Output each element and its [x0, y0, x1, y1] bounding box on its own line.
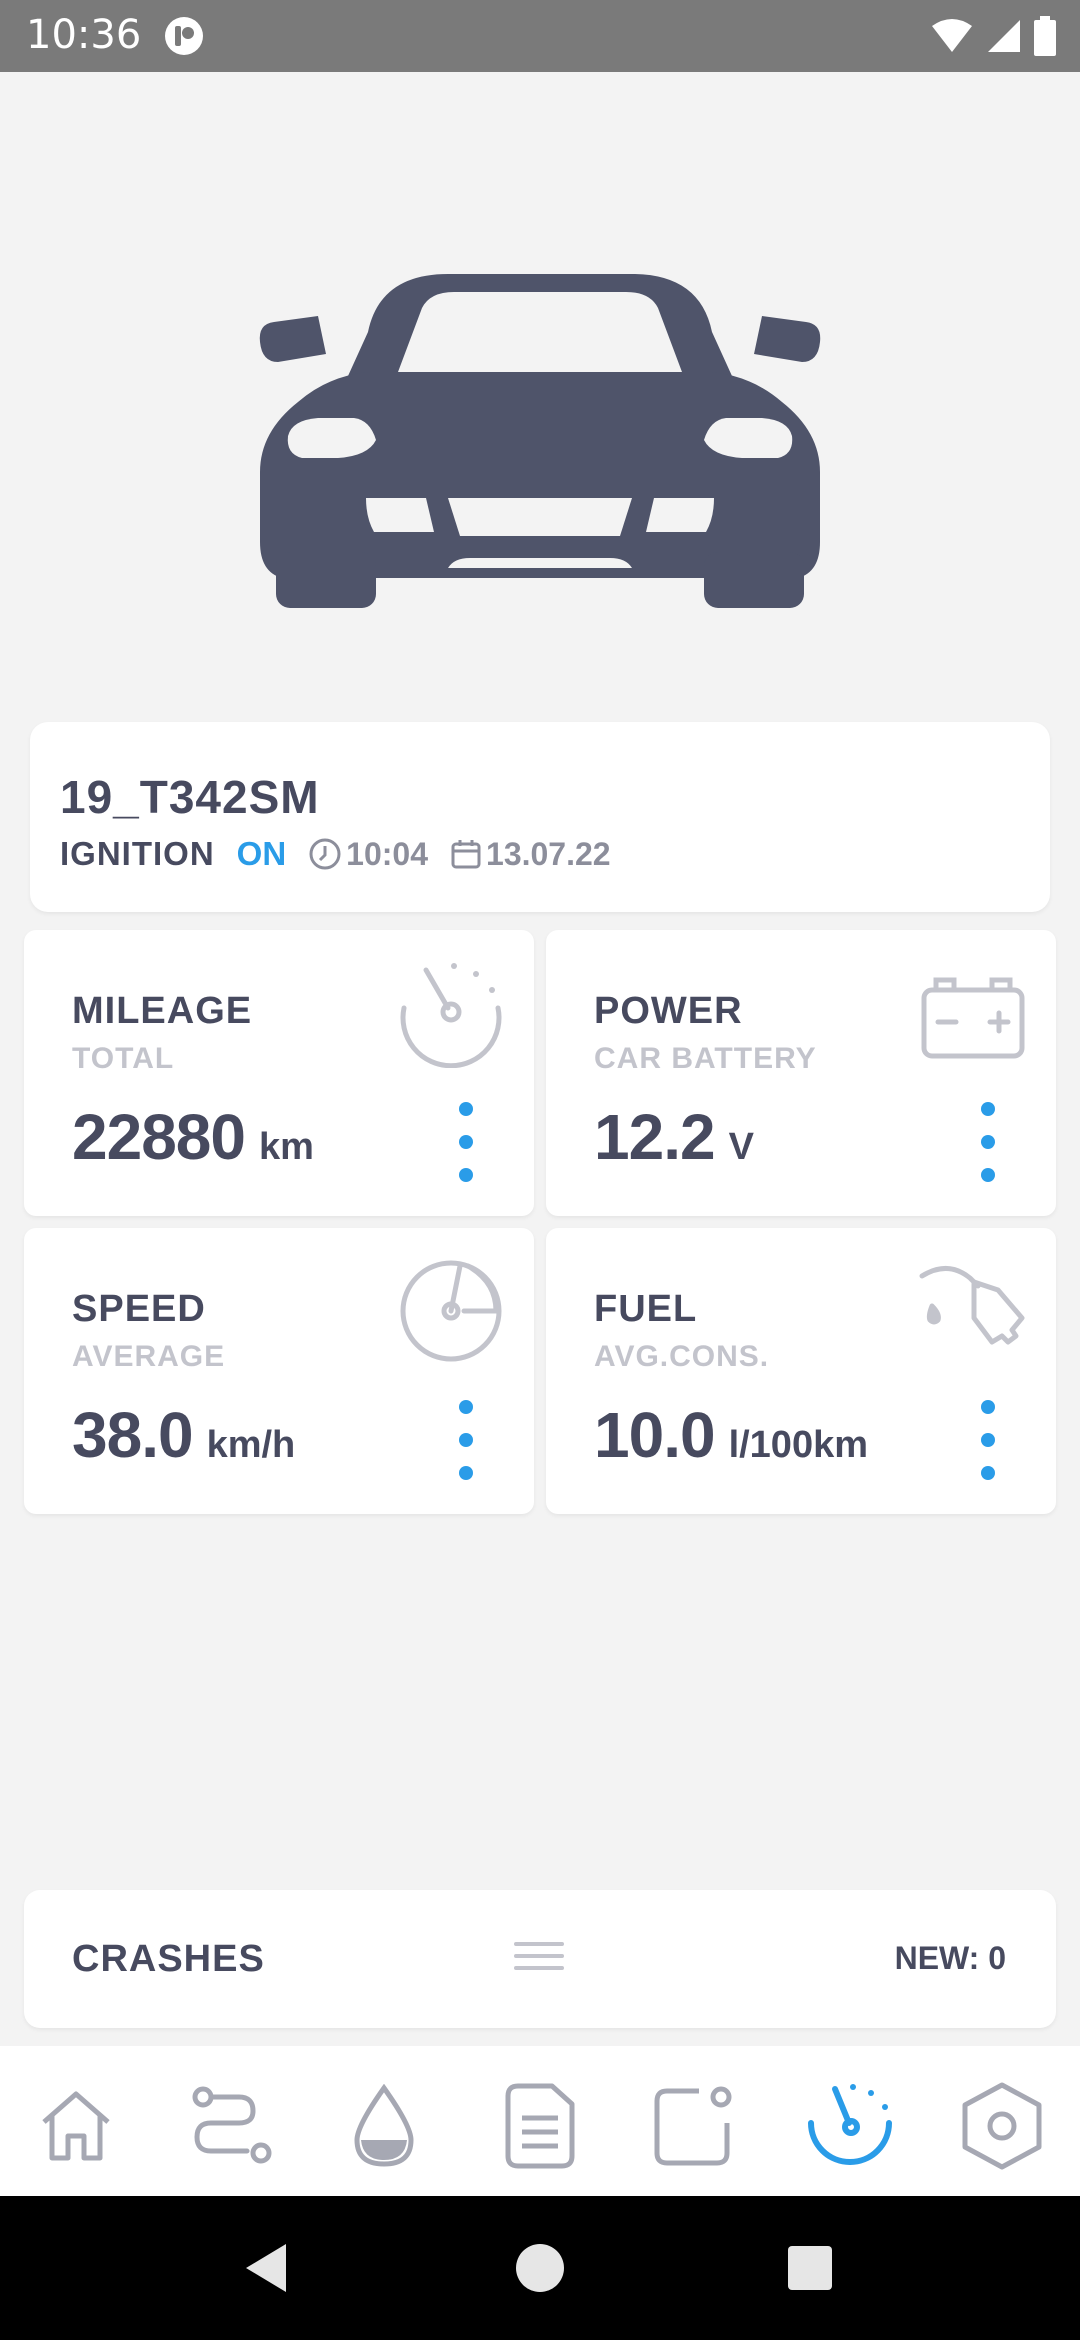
back-icon[interactable] [238, 2236, 302, 2300]
ignition-state: ON [236, 835, 287, 872]
drop-icon [354, 2084, 414, 2167]
battery-icon [921, 977, 1025, 1059]
fuel-menu-button[interactable] [970, 1400, 1006, 1480]
speed-tile[interactable]: SPEED AVERAGE 38.0 km/h [24, 1228, 534, 1514]
nav-settings[interactable] [952, 2076, 1052, 2176]
crashes-new-count: NEW: 0 [894, 1940, 1006, 1976]
tile-value-unit: V [728, 1126, 754, 1168]
status-bar: 10:36 [0, 0, 1080, 72]
ignition-row: IGNITION ON 10:04 13.07.22 [60, 832, 611, 876]
speedometer-icon [400, 1260, 502, 1362]
tile-value-number: 38.0 [72, 1399, 194, 1471]
system-navigation-bar [0, 2196, 1080, 2340]
document-icon [505, 2083, 575, 2169]
notification-icon [654, 2086, 732, 2166]
fuel-tile[interactable]: FUEL AVG.CONS. 10.0 l/100km [546, 1228, 1056, 1514]
ignition-label: IGNITION [60, 835, 215, 872]
car-illustration-area [0, 72, 1080, 712]
tile-title: SPEED [72, 1288, 206, 1330]
nav-document[interactable] [490, 2076, 590, 2176]
tile-value: 10.0 l/100km [594, 1398, 868, 1472]
list-icon[interactable] [514, 1938, 564, 1978]
ignition-time-text: 10:04 [346, 835, 429, 872]
home-button-icon[interactable] [508, 2236, 572, 2300]
ignition-time: 10:04 [308, 836, 428, 873]
nav-route[interactable] [180, 2076, 280, 2176]
speed-menu-button[interactable] [448, 1400, 484, 1480]
nav-drop[interactable] [334, 2076, 434, 2176]
app-notification-icon [165, 17, 203, 55]
tile-value-number: 12.2 [594, 1101, 716, 1173]
tile-value: 12.2 V [594, 1100, 754, 1174]
tile-title: FUEL [594, 1288, 698, 1330]
tile-value-unit: km/h [206, 1424, 296, 1466]
tile-title: MILEAGE [72, 990, 253, 1032]
crashes-card[interactable]: CRASHES NEW: 0 [24, 1890, 1056, 2028]
power-tile[interactable]: POWER CAR BATTERY 12.2 V [546, 930, 1056, 1216]
tile-value-number: 10.0 [594, 1399, 716, 1471]
tile-subtitle: AVG.CONS. [594, 1340, 770, 1373]
wifi-icon [932, 19, 972, 52]
bottom-navigation [0, 2046, 1080, 2196]
crashes-label: CRASHES [72, 1938, 265, 1980]
recents-icon[interactable] [778, 2236, 842, 2300]
nav-home[interactable] [26, 2076, 126, 2176]
tile-value-number: 22880 [72, 1101, 246, 1173]
tile-value: 22880 km [72, 1100, 314, 1174]
tile-value-unit: l/100km [728, 1424, 869, 1466]
settings-icon [962, 2082, 1042, 2170]
vehicle-info-card[interactable]: 19_T342SM IGNITION ON 10:04 13.07.22 [30, 722, 1050, 912]
battery-status-icon [1034, 16, 1056, 56]
tile-subtitle: AVERAGE [72, 1340, 226, 1373]
odometer-icon [400, 963, 502, 1068]
tile-value-unit: km [258, 1126, 314, 1168]
signal-icon [988, 20, 1020, 52]
ignition-date-text: 13.07.22 [486, 835, 611, 872]
clock-icon [309, 838, 341, 870]
tile-title: POWER [594, 990, 743, 1032]
tile-value: 38.0 km/h [72, 1398, 295, 1472]
fuel-nozzle-icon [919, 1266, 1025, 1345]
car-icon [259, 274, 821, 608]
status-icons [930, 14, 1056, 58]
tile-subtitle: TOTAL [72, 1042, 175, 1075]
tile-subtitle: CAR BATTERY [594, 1042, 817, 1075]
calendar-icon [451, 840, 481, 869]
power-menu-button[interactable] [970, 1102, 1006, 1182]
status-time: 10:36 [26, 12, 142, 58]
mileage-menu-button[interactable] [448, 1102, 484, 1182]
mileage-tile[interactable]: MILEAGE TOTAL 22880 km [24, 930, 534, 1216]
dashboard-icon [808, 2084, 892, 2165]
nav-dashboard[interactable] [800, 2076, 900, 2176]
route-icon [192, 2086, 272, 2164]
nav-notification[interactable] [644, 2076, 744, 2176]
vehicle-plate: 19_T342SM [60, 771, 320, 823]
ignition-date: 13.07.22 [450, 836, 611, 873]
home-icon [42, 2091, 110, 2161]
